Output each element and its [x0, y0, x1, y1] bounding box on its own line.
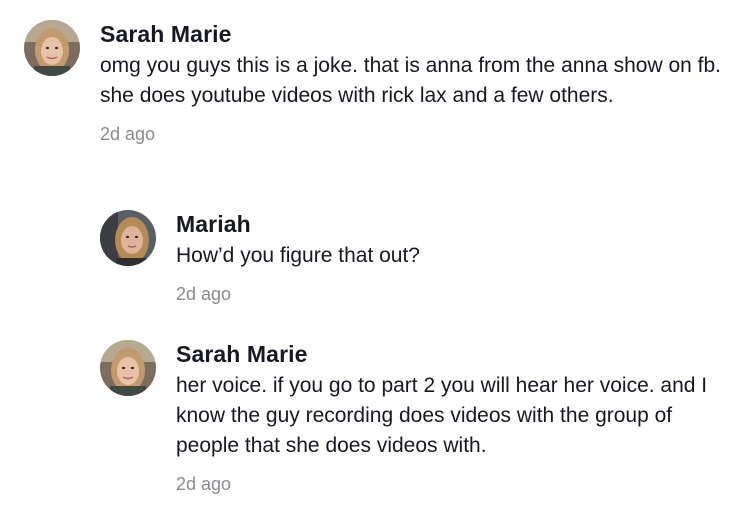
avatar[interactable]: [24, 20, 80, 76]
profile-photo-avatar-icon: [100, 210, 156, 266]
reply-comment: Mariah How’d you figure that out? 2d ago: [100, 210, 720, 305]
comment-text: omg you guys this is a joke. that is ann…: [100, 54, 722, 107]
comment-text: How’d you figure that out?: [176, 244, 420, 267]
comment: Sarah Marie omg you guys this is a joke.…: [24, 20, 724, 145]
profile-photo-avatar-icon: [24, 20, 80, 76]
comment-author[interactable]: Sarah Marie: [100, 20, 730, 48]
comment-author[interactable]: Sarah Marie: [176, 340, 726, 368]
comment-timestamp: 2d ago: [176, 284, 232, 304]
avatar[interactable]: [100, 210, 156, 266]
comment-timestamp: 2d ago: [176, 474, 232, 494]
comment-timestamp: 2d ago: [100, 124, 156, 144]
comment-author[interactable]: Mariah: [176, 210, 420, 238]
profile-photo-avatar-icon: [100, 340, 156, 396]
avatar[interactable]: [100, 340, 156, 396]
comment-text: her voice. if you go to part 2 you will …: [176, 374, 708, 457]
reply-comment: Sarah Marie her voice. if you go to part…: [100, 340, 720, 495]
